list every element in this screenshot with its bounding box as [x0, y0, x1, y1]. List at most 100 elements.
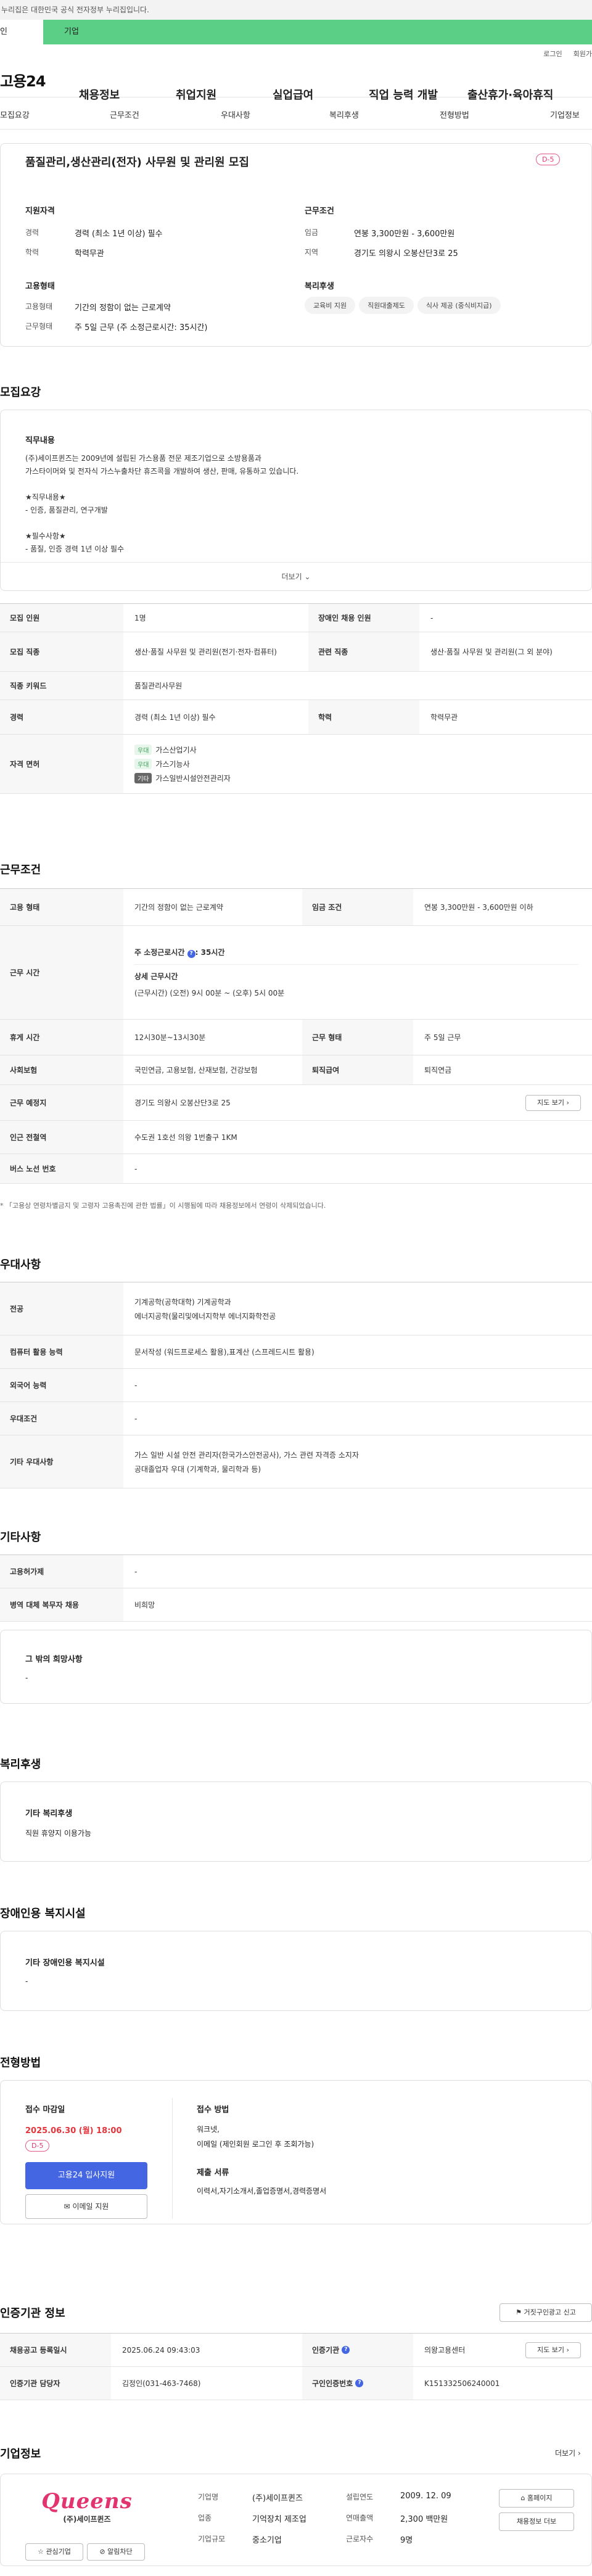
reg-label: 채용공고 등록일시	[0, 2334, 111, 2366]
desc-line: 가스타이머와 및 전자식 가스누출차단 휴즈콕을 개발하여 생산, 판매, 유통…	[25, 467, 299, 476]
major-values: 기계공학(공학대학) 기계공학과 에너지공학(물리및에너지학부 에너지화학전공	[123, 1282, 592, 1335]
company-section-title: 기업정보	[0, 2448, 41, 2461]
license-name: 가스산업기사	[155, 746, 197, 754]
mgr-value: 김정인(031-463-7468)	[122, 2379, 201, 2388]
org-value: 의왕고용센터	[424, 2346, 466, 2355]
subnav-welfare[interactable]: 복리후생	[329, 109, 359, 120]
subnav-conditions[interactable]: 근무조건	[110, 109, 139, 120]
license-name: 가스일반시설안전관리자	[155, 774, 231, 783]
report-button[interactable]: ⚑ 거짓구인광고 신고	[500, 2303, 592, 2322]
etc-label: 기타 우대사항	[0, 1435, 123, 1488]
email-apply-button[interactable]: ✉ 이메일 지원	[25, 2194, 147, 2219]
name-value: (주)세이프퀸즈	[252, 2494, 303, 2503]
subnav-preference[interactable]: 우대사항	[221, 109, 250, 120]
emptype-value: 기간의 정함이 없는 근로계약	[75, 303, 171, 313]
welfare-chip: 교육비 지원	[305, 297, 356, 314]
etc-value: 공대졸업자 우대 (기계학과, 물리학과 등)	[134, 1464, 261, 1474]
year-value: 2009. 12. 09	[400, 2491, 451, 2501]
login-link[interactable]: 로그인	[543, 49, 562, 59]
size-label: 기업규모	[198, 2535, 226, 2543]
divider	[172, 2098, 173, 2219]
site-logo[interactable]: 고용24	[0, 69, 77, 91]
map-button[interactable]: 지도 보기 ›	[525, 1094, 581, 1111]
career-value: 경력 (최소 1년 이상) 필수	[134, 713, 216, 722]
welfare-value: 직원 휴양지 이용가능	[25, 1829, 91, 1838]
sev-value: 퇴직연금	[424, 1066, 452, 1075]
info-icon[interactable]: ?	[355, 2379, 364, 2387]
emptype-label: 고용 형태	[0, 889, 123, 925]
hours-detail: 주 소정근로시간 ?: 35시간 상세 근무시간 (근무시간) (오전) 9시 …	[123, 926, 592, 1019]
place-cell: 경기도 의왕시 오봉산단3로 25 지도 보기 ›	[123, 1085, 592, 1120]
chevron-right-icon: ›	[566, 2345, 569, 2354]
mil-value: 비희망	[134, 1601, 155, 1609]
auth-table: 채용공고 등록일시 2025.06.24 09:43:03 인증기관 ? 의왕고…	[0, 2333, 592, 2400]
bell-off-icon: ⊘	[99, 2548, 105, 2556]
favorite-label: 관심기업	[46, 2548, 71, 2556]
disabled-card: 기타 장애인용 복지시설 -	[0, 1931, 592, 2011]
info-icon[interactable]: ?	[342, 2346, 350, 2354]
sales-label: 연매출액	[346, 2514, 374, 2522]
detail-label: 상세 근무시간	[134, 972, 178, 981]
worktype-value: 주 5일 근무 (주 소정근로시간: 35시간)	[75, 323, 208, 332]
join-link[interactable]: 회원가	[574, 49, 592, 59]
recruit-section-title: 모집요강	[0, 386, 41, 399]
info-icon[interactable]: ?	[187, 950, 195, 958]
subnav-company[interactable]: 기업정보	[550, 109, 580, 120]
flag-icon: ⚑	[516, 2308, 522, 2316]
company-more-link[interactable]: 더보기 ›	[555, 2448, 581, 2458]
disabled-value: -	[25, 1977, 28, 1986]
desc-line	[25, 517, 298, 530]
subnav-recruit[interactable]: 모집요강	[0, 109, 30, 120]
place-label: 근무 예정지	[0, 1085, 123, 1120]
brand-wordmark: Queens	[41, 2489, 133, 2514]
dday-badge: D-5	[536, 154, 561, 165]
qual-title: 지원자격	[25, 207, 55, 216]
other-jobs-button[interactable]: 채용정보 더보	[499, 2512, 574, 2531]
etc-values: 가스 일반 시설 안전 관리자(한국가스안전공사), 가스 관련 자격증 소지자…	[123, 1435, 592, 1488]
mil-label: 병역 대체 복무자 채용	[0, 1588, 123, 1621]
welfare-chip: 직원대출제도	[359, 297, 414, 314]
global-nav: 고용24 채용정보 취업지원 실업급여 직업 능력 개발 출산휴가·육아휴직	[0, 63, 592, 102]
size-value: 중소기업	[252, 2536, 282, 2545]
company-logo: Queens (주)세이프퀸즈	[25, 2489, 149, 2524]
reg-value: 2025.06.24 09:43:03	[122, 2345, 200, 2355]
recruit-desc-card: 직무내용 (주)세이프퀸즈는 2009년에 설립된 가스용품 전문 제조기업으로…	[0, 410, 592, 591]
edu-value: 학력무관	[75, 249, 104, 258]
welfare-section-title: 복리후생	[0, 1758, 41, 1771]
brand-sub: (주)세이프퀸즈	[63, 2515, 111, 2524]
apply-button[interactable]: 고용24 입사지원	[25, 2162, 147, 2189]
tab-company[interactable]: 기업	[43, 20, 592, 44]
table-row: 고용허가제 -	[0, 1555, 592, 1588]
license-item: 우대 가스기능사	[134, 759, 190, 769]
job-value: 생산·품질 사무원 및 관리원(전기·전자·컴퓨터)	[134, 647, 277, 656]
license-tag: 기타	[134, 773, 152, 783]
duty-title: 직무내용	[25, 436, 55, 445]
report-label: 거짓구인광고 신고	[524, 2308, 576, 2316]
deadline-dday: D-5	[25, 2140, 50, 2152]
subnav-selection[interactable]: 전형방법	[440, 109, 469, 120]
homepage-button[interactable]: ⌂ 홈페이지	[499, 2489, 574, 2508]
org-map-button[interactable]: 지도 보기 ›	[525, 2342, 581, 2358]
conditions-section-title: 근무조건	[0, 864, 41, 877]
no-label: 구인인증번호 ?	[302, 2367, 413, 2400]
welfare-sub: 기타 복리후생	[25, 1809, 73, 1818]
table-row: 외국어 능력 -	[0, 1369, 592, 1402]
emptype-label: 고용형태	[25, 302, 53, 311]
rel-label: 관련 직종	[308, 632, 419, 671]
favorite-button[interactable]: ☆ 관심기업	[25, 2543, 83, 2561]
utility-links: 로그인 회원가	[0, 44, 592, 63]
count-value: 1명	[134, 614, 146, 622]
section-subnav: 모집요강 근무조건 우대사항 복리후생 전형방법 기업정보	[0, 97, 592, 130]
no-value: K151332506240001	[424, 2379, 500, 2388]
method-label: 접수 방법	[197, 2105, 229, 2115]
more-toggle[interactable]: 더보기 ⌄	[1, 562, 591, 590]
alarm-block-button[interactable]: ⊘ 알림차단	[87, 2543, 145, 2561]
other-section-title: 기타사항	[0, 1531, 41, 1544]
desc-line: ★필수사항★	[25, 532, 66, 540]
insure-value: 국민연금, 고용보험, 산재보험, 건강보험	[134, 1066, 258, 1075]
job-title: 품질관리,생산관리(전자) 사무원 및 관리원 모집	[25, 156, 249, 169]
desc-line: (주)세이프퀸즈는 2009년에 설립된 가스용품 전문 제조기업으로 소방용품…	[25, 454, 261, 463]
emptype-value: 기간의 정함이 없는 근로계약	[134, 903, 223, 912]
tab-personal[interactable]: 인	[0, 20, 43, 44]
hire-value: -	[134, 1567, 138, 1576]
